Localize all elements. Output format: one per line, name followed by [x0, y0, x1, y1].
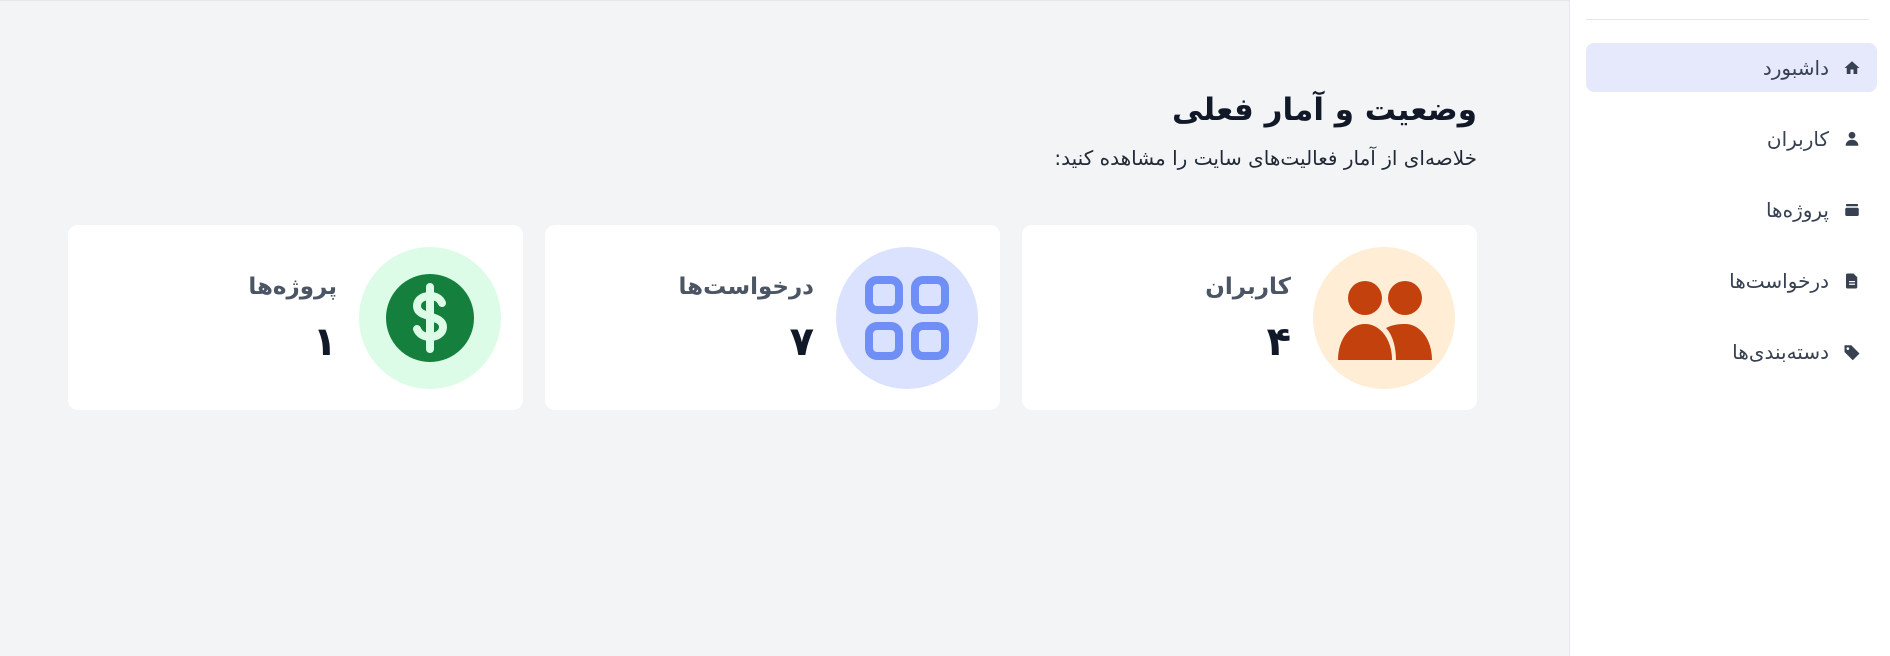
- card-text: درخواست‌ها ۷: [679, 274, 814, 362]
- card-value: ۴: [1266, 318, 1291, 365]
- sidebar-item-label: درخواست‌ها: [1729, 268, 1829, 293]
- dollar-icon: [359, 246, 501, 389]
- sidebar-divider: [1586, 0, 1869, 20]
- card-text: پروژه‌ها ۱: [248, 274, 337, 362]
- sidebar-item-categories[interactable]: دسته‌بندی‌ها: [1586, 327, 1877, 376]
- card-label: درخواست‌ها: [678, 273, 814, 300]
- user-icon: [1841, 128, 1863, 150]
- card-value: ۷: [789, 318, 814, 365]
- users-icon: [1313, 246, 1455, 389]
- stats-cards: کاربران ۴ درخواست‌ها ۷: [68, 225, 1477, 410]
- card-label: کاربران: [1205, 273, 1291, 300]
- page-subtitle: خلاصه‌ای از آمار فعالیت‌های سایت را مشاه…: [1054, 146, 1477, 170]
- document-icon: [1841, 270, 1863, 292]
- stat-card-requests: درخواست‌ها ۷: [545, 225, 1000, 410]
- card-label: پروژه‌ها: [248, 273, 337, 300]
- card-text: کاربران ۴: [1205, 274, 1291, 362]
- sidebar-item-label: داشبورد: [1762, 55, 1829, 80]
- sidebar-item-label: پروژه‌ها: [1765, 197, 1829, 222]
- tag-icon: [1841, 341, 1863, 363]
- app-root: داشبورد کاربران پروژه‌ها درخواست‌ها: [0, 0, 1890, 656]
- main-content: وضعیت و آمار فعلی خلاصه‌ای از آمار فعالی…: [0, 0, 1569, 656]
- grid-icon: [836, 246, 978, 389]
- card-value: ۱: [312, 318, 337, 365]
- page-title: وضعیت و آمار فعلی: [1172, 92, 1477, 128]
- sidebar: داشبورد کاربران پروژه‌ها درخواست‌ها: [1569, 0, 1890, 656]
- sidebar-item-label: کاربران: [1766, 126, 1829, 151]
- sidebar-item-users[interactable]: کاربران: [1586, 114, 1877, 163]
- sidebar-item-dashboard[interactable]: داشبورد: [1586, 43, 1877, 92]
- sidebar-item-projects[interactable]: پروژه‌ها: [1586, 185, 1877, 234]
- stat-card-projects: پروژه‌ها ۱: [68, 225, 523, 410]
- home-icon: [1841, 57, 1863, 79]
- stat-card-users: کاربران ۴: [1022, 225, 1477, 410]
- page-header: وضعیت و آمار فعلی خلاصه‌ای از آمار فعالی…: [1054, 92, 1477, 170]
- sidebar-item-label: دسته‌بندی‌ها: [1732, 339, 1829, 364]
- sidebar-item-requests[interactable]: درخواست‌ها: [1586, 256, 1877, 305]
- sidebar-nav: داشبورد کاربران پروژه‌ها درخواست‌ها: [1586, 43, 1877, 376]
- layers-icon: [1841, 199, 1863, 221]
